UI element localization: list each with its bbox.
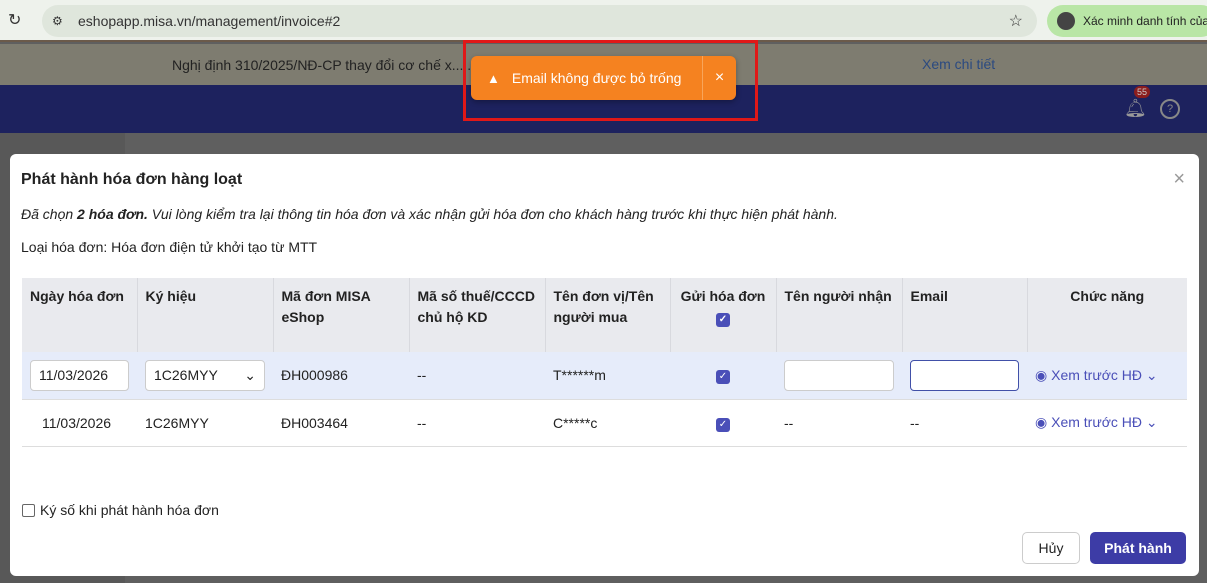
preview-button[interactable]: ◉ Xem trước HĐ ⌄: [1027, 352, 1187, 400]
col-order: Mã đơn MISA eShop: [273, 278, 410, 352]
browser-bar: ↻ ⚙ eshopapp.misa.vn/management/invoice#2…: [0, 0, 1207, 42]
symbol-select[interactable]: 1C26MYY ⌄: [145, 359, 265, 391]
eye-icon: ◉: [1035, 366, 1052, 383]
eye-icon: ◉: [1035, 414, 1052, 430]
email-input[interactable]: [910, 359, 1019, 391]
site-settings-icon[interactable]: ⚙: [52, 14, 63, 28]
order-code: ĐH000986: [273, 352, 409, 400]
col-receiver: Tên người nhận: [776, 278, 903, 352]
col-tax: Mã số thuế/CCCD chủ hộ KD: [409, 278, 546, 352]
col-email: Email: [902, 278, 1028, 352]
chevron-down-icon[interactable]: ⌄: [1142, 367, 1158, 383]
col-send: Gửi hóa đơn ✓: [670, 278, 777, 352]
cancel-button[interactable]: Hủy: [1022, 532, 1080, 564]
issue-button[interactable]: Phát hành: [1090, 532, 1186, 564]
bulk-issue-dialog: Phát hành hóa đơn hàng loạt × Đã chọn 2 …: [10, 154, 1199, 576]
table-row[interactable]: 11/03/2026 1C26MYY ĐH003464 -- C*****c ✓…: [22, 399, 1187, 447]
dialog-description: Đã chọn 2 hóa đơn. Vui lòng kiểm tra lại…: [21, 206, 838, 222]
dialog-title: Phát hành hóa đơn hàng loạt: [21, 171, 243, 188]
avatar: [1057, 12, 1075, 30]
address-bar[interactable]: ⚙ eshopapp.misa.vn/management/invoice#2 ☆: [42, 5, 1037, 37]
invoice-type: Loại hóa đơn: Hóa đơn điện tử khởi tạo t…: [21, 239, 318, 255]
reload-icon[interactable]: ↻: [8, 10, 21, 30]
notification-badge: 55: [1134, 86, 1151, 98]
col-actions: Chức năng: [1027, 278, 1187, 352]
receiver-input[interactable]: [784, 359, 894, 391]
col-buyer: Tên đơn vị/Tên người mua: [545, 278, 671, 352]
close-icon[interactable]: ×: [1173, 168, 1185, 191]
chevron-down-icon[interactable]: ⌄: [1142, 414, 1158, 430]
date-input[interactable]: 11/03/2026: [30, 359, 129, 391]
send-checkbox[interactable]: ✓: [716, 370, 730, 385]
chevron-down-icon: ⌄: [244, 366, 256, 383]
send-checkbox[interactable]: ✓: [716, 417, 730, 432]
help-icon[interactable]: ?: [1160, 99, 1180, 119]
profile-button[interactable]: Xác minh danh tính của: [1047, 5, 1207, 37]
highlight-box: [463, 40, 758, 121]
buyer-name: T******m: [545, 352, 670, 400]
table-row[interactable]: 11/03/2026 1C26MYY ⌄ ĐH000986 -- T******m…: [22, 352, 1187, 400]
bell-icon[interactable]: 🔔︎: [1124, 98, 1147, 119]
view-details-link[interactable]: Xem chi tiết: [922, 56, 995, 72]
invoice-table: Ngày hóa đơn Ký hiệu Mã đơn MISA eShop M…: [22, 278, 1187, 447]
bookmark-star-icon[interactable]: ☆: [1009, 11, 1023, 31]
tax-code: --: [409, 352, 545, 400]
col-date: Ngày hóa đơn: [22, 278, 138, 352]
col-symbol: Ký hiệu: [137, 278, 274, 352]
preview-button[interactable]: ◉ Xem trước HĐ ⌄: [1027, 399, 1187, 447]
digital-sign-checkbox[interactable]: Ký số khi phát hành hóa đơn: [22, 502, 219, 518]
send-all-checkbox[interactable]: ✓: [716, 313, 730, 327]
